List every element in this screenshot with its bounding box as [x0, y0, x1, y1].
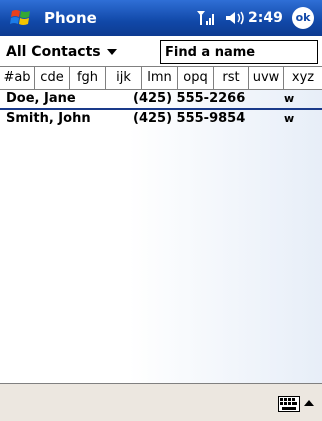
- tab-ab[interactable]: #ab: [0, 67, 35, 89]
- contact-phone: (425) 555-2266: [133, 91, 246, 106]
- app-title: Phone: [44, 9, 97, 27]
- tab-uvw[interactable]: uvw: [249, 67, 284, 89]
- contact-name: Smith, John: [6, 111, 91, 126]
- find-name-box[interactable]: [160, 40, 318, 64]
- keyboard-icon[interactable]: [278, 396, 300, 412]
- tab-opq[interactable]: opq: [178, 67, 214, 89]
- alphabet-tabs: #ab cde fgh ijk lmn opq rst uvw xyz: [0, 66, 322, 90]
- tab-xyz[interactable]: xyz: [284, 67, 322, 89]
- filter-label: All Contacts: [6, 44, 101, 60]
- phone-type: w: [284, 92, 295, 105]
- speaker-icon[interactable]: [224, 9, 246, 27]
- tab-lmn[interactable]: lmn: [142, 67, 178, 89]
- input-menu-arrow-icon[interactable]: [303, 398, 315, 408]
- contacts-toolbar: All Contacts: [0, 36, 322, 66]
- contact-list[interactable]: Doe, Jane (425) 555-2266 w Smith, John (…: [0, 90, 322, 383]
- clock[interactable]: 2:49: [248, 0, 283, 36]
- windows-start-icon[interactable]: [8, 5, 34, 31]
- signal-strength-icon[interactable]: [196, 9, 218, 27]
- title-bar: Phone 2:49 ok: [0, 0, 322, 36]
- contact-phone: (425) 555-9854: [133, 111, 246, 126]
- command-bar: [0, 383, 322, 421]
- phone-type: w: [284, 112, 295, 125]
- category-filter-dropdown[interactable]: All Contacts: [6, 42, 117, 62]
- contact-name: Doe, Jane: [6, 91, 76, 106]
- dropdown-arrow-icon: [106, 49, 117, 55]
- contact-row[interactable]: Smith, John (425) 555-9854 w: [0, 110, 322, 128]
- ok-button[interactable]: ok: [292, 7, 314, 29]
- tab-rst[interactable]: rst: [214, 67, 249, 89]
- tab-fgh[interactable]: fgh: [70, 67, 106, 89]
- tab-ijk[interactable]: ijk: [106, 67, 142, 89]
- tab-cde[interactable]: cde: [35, 67, 70, 89]
- contact-row[interactable]: Doe, Jane (425) 555-2266 w: [0, 90, 322, 110]
- find-name-input[interactable]: [161, 42, 313, 63]
